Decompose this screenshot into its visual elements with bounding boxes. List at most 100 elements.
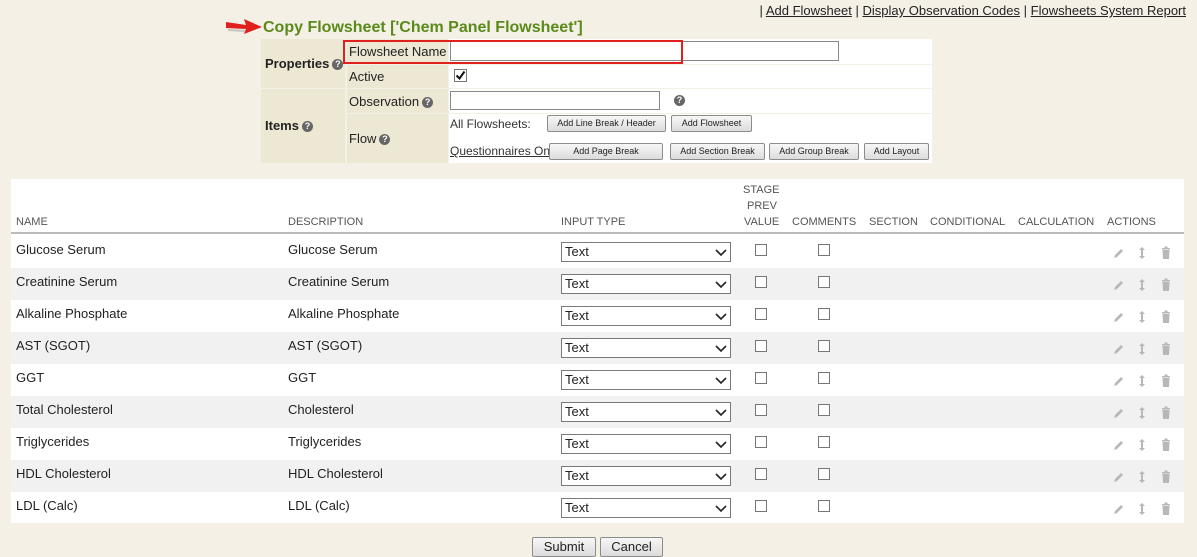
stage-prev-value-checkbox[interactable] [755, 436, 767, 448]
reorder-icon[interactable] [1136, 406, 1148, 420]
reorder-icon[interactable] [1136, 374, 1148, 388]
flow-label-cell: Flow? [347, 114, 448, 163]
observation-input[interactable] [450, 91, 660, 110]
input-type-select[interactable]: Text [561, 306, 731, 326]
active-label-cell: Active [347, 65, 448, 88]
trash-icon[interactable] [1160, 310, 1172, 324]
trash-icon[interactable] [1160, 342, 1172, 356]
questionnaires-only-link[interactable]: Questionnaires Only [450, 144, 559, 158]
trash-icon[interactable] [1160, 470, 1172, 484]
input-type-select[interactable]: Text [561, 402, 731, 422]
trash-icon[interactable] [1160, 246, 1172, 260]
edit-pencil-icon[interactable] [1112, 406, 1124, 420]
reorder-icon[interactable] [1136, 342, 1148, 356]
add-flowsheet-button[interactable]: Add Flowsheet [671, 115, 752, 132]
input-type-select[interactable]: Text [561, 242, 731, 262]
stage-prev-value-checkbox[interactable] [755, 340, 767, 352]
add-section-break-button[interactable]: Add Section Break [670, 143, 765, 160]
comments-checkbox[interactable] [818, 468, 830, 480]
input-type-value: Text [565, 340, 589, 355]
comments-checkbox[interactable] [818, 244, 830, 256]
reorder-icon[interactable] [1136, 246, 1148, 260]
stage-prev-value-checkbox[interactable] [755, 276, 767, 288]
row-name: GGT [16, 370, 45, 385]
help-icon[interactable]: ? [674, 95, 685, 106]
reorder-icon[interactable] [1136, 278, 1148, 292]
add-page-break-button[interactable]: Add Page Break [549, 143, 663, 160]
help-icon[interactable]: ? [379, 134, 391, 146]
comments-checkbox[interactable] [818, 404, 830, 416]
edit-pencil-icon[interactable] [1112, 342, 1124, 356]
edit-pencil-icon[interactable] [1112, 470, 1124, 484]
table-row: Triglycerides Triglycerides Text [11, 428, 1184, 460]
trash-icon[interactable] [1160, 438, 1172, 452]
stage-prev-value-checkbox[interactable] [755, 468, 767, 480]
reorder-icon[interactable] [1136, 502, 1148, 516]
table-row: Total Cholesterol Cholesterol Text [11, 396, 1184, 428]
comments-checkbox[interactable] [818, 372, 830, 384]
edit-pencil-icon[interactable] [1112, 246, 1124, 260]
col-section[interactable]: SECTION [869, 216, 918, 228]
add-flowsheet-link[interactable]: Add Flowsheet [766, 3, 852, 18]
help-icon[interactable]: ? [332, 59, 344, 71]
row-name: HDL Cholesterol [16, 466, 111, 481]
col-comments[interactable]: COMMENTS [792, 216, 856, 228]
input-type-select[interactable]: Text [561, 466, 731, 486]
stage-prev-value-checkbox[interactable] [755, 244, 767, 256]
col-description[interactable]: DESCRIPTION [288, 216, 363, 228]
active-checkbox[interactable] [454, 69, 467, 82]
add-layout-button[interactable]: Add Layout [864, 143, 929, 160]
comments-checkbox[interactable] [818, 308, 830, 320]
help-icon[interactable]: ? [422, 97, 434, 109]
col-input-type[interactable]: INPUT TYPE [561, 216, 625, 228]
trash-icon[interactable] [1160, 406, 1172, 420]
table-row: LDL (Calc) LDL (Calc) Text [11, 492, 1184, 524]
flowsheets-system-report-link[interactable]: Flowsheets System Report [1031, 3, 1186, 18]
input-type-value: Text [565, 500, 589, 515]
input-type-select[interactable]: Text [561, 274, 731, 294]
stage-prev-value-checkbox[interactable] [755, 404, 767, 416]
col-stage-line2: PREV [747, 200, 777, 212]
page-title: Copy Flowsheet ['Chem Panel Flowsheet'] [263, 19, 583, 36]
input-type-select[interactable]: Text [561, 370, 731, 390]
edit-pencil-icon[interactable] [1112, 374, 1124, 388]
input-type-select[interactable]: Text [561, 498, 731, 518]
col-conditional[interactable]: CONDITIONAL [930, 216, 1005, 228]
comments-checkbox[interactable] [818, 500, 830, 512]
stage-prev-value-checkbox[interactable] [755, 500, 767, 512]
trash-icon[interactable] [1160, 278, 1172, 292]
reorder-icon[interactable] [1136, 438, 1148, 452]
trash-icon[interactable] [1160, 502, 1172, 516]
edit-pencil-icon[interactable] [1112, 310, 1124, 324]
input-type-select[interactable]: Text [561, 434, 731, 454]
col-name[interactable]: NAME [16, 216, 48, 228]
col-calculation[interactable]: CALCULATION [1018, 216, 1094, 228]
edit-pencil-icon[interactable] [1112, 502, 1124, 516]
edit-pencil-icon[interactable] [1112, 438, 1124, 452]
add-line-break-button[interactable]: Add Line Break / Header [547, 115, 666, 132]
reorder-icon[interactable] [1136, 470, 1148, 484]
stage-prev-value-checkbox[interactable] [755, 308, 767, 320]
observation-label-cell: Observation? [347, 89, 448, 113]
help-icon[interactable]: ? [301, 121, 313, 133]
top-links: | Add Flowsheet | Display Observation Co… [759, 3, 1186, 18]
row-description: Cholesterol [288, 402, 354, 417]
row-name: LDL (Calc) [16, 498, 78, 513]
comments-checkbox[interactable] [818, 276, 830, 288]
edit-pencil-icon[interactable] [1112, 278, 1124, 292]
table-row: Alkaline Phosphate Alkaline Phosphate Text [11, 300, 1184, 332]
submit-button[interactable]: Submit [532, 537, 596, 557]
add-group-break-button[interactable]: Add Group Break [769, 143, 859, 160]
reorder-icon[interactable] [1136, 310, 1148, 324]
display-observation-codes-link[interactable]: Display Observation Codes [862, 3, 1020, 18]
stage-prev-value-checkbox[interactable] [755, 372, 767, 384]
trash-icon[interactable] [1160, 374, 1172, 388]
row-name: Alkaline Phosphate [16, 306, 128, 321]
flow-label: Flow [349, 131, 377, 146]
comments-checkbox[interactable] [818, 340, 830, 352]
comments-checkbox[interactable] [818, 436, 830, 448]
input-type-select[interactable]: Text [561, 338, 731, 358]
flowsheet-name-highlight [343, 40, 683, 64]
cancel-button[interactable]: Cancel [600, 537, 663, 557]
items-label: Items [265, 118, 299, 133]
